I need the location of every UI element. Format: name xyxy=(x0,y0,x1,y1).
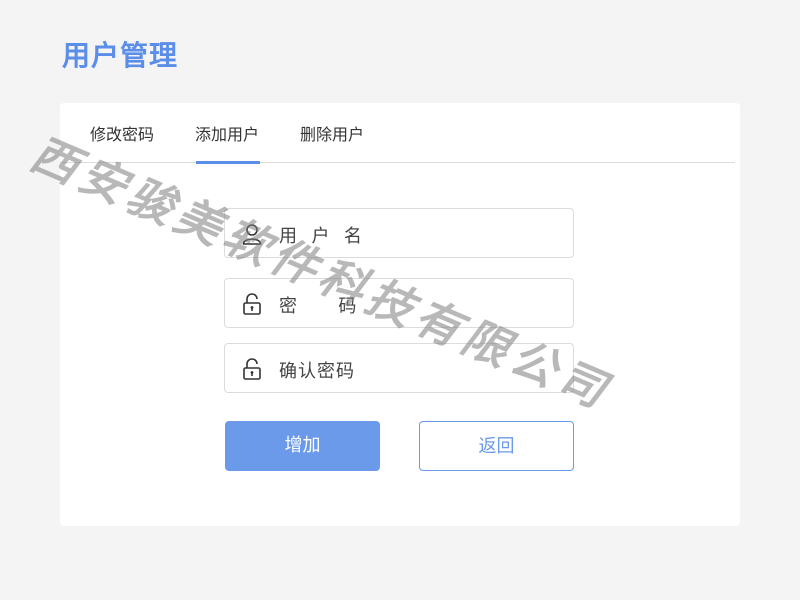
lock-icon xyxy=(241,292,263,316)
lock-icon xyxy=(241,357,263,381)
password-field[interactable]: 密 码 xyxy=(224,278,574,328)
confirm-password-field[interactable]: 确认密码 xyxy=(224,343,574,393)
tab-delete-user[interactable]: 删除用户 xyxy=(300,121,364,163)
user-icon xyxy=(241,222,263,246)
confirm-password-placeholder: 确认密码 xyxy=(279,361,355,382)
username-placeholder: 用 户 名 xyxy=(279,226,363,247)
password-placeholder: 密 码 xyxy=(279,296,358,317)
tab-bar: 修改密码 添加用户 删除用户 xyxy=(60,103,735,164)
add-user-panel: 修改密码 添加用户 删除用户 用 户 名 密 码 确认密码 增加 返回 xyxy=(60,103,740,526)
add-button[interactable]: 增加 xyxy=(225,421,380,471)
page-title: 用户管理 xyxy=(62,39,179,72)
tab-change-password[interactable]: 修改密码 xyxy=(90,121,154,163)
back-button[interactable]: 返回 xyxy=(419,421,574,471)
username-field[interactable]: 用 户 名 xyxy=(224,208,574,258)
tab-add-user[interactable]: 添加用户 xyxy=(195,121,261,164)
